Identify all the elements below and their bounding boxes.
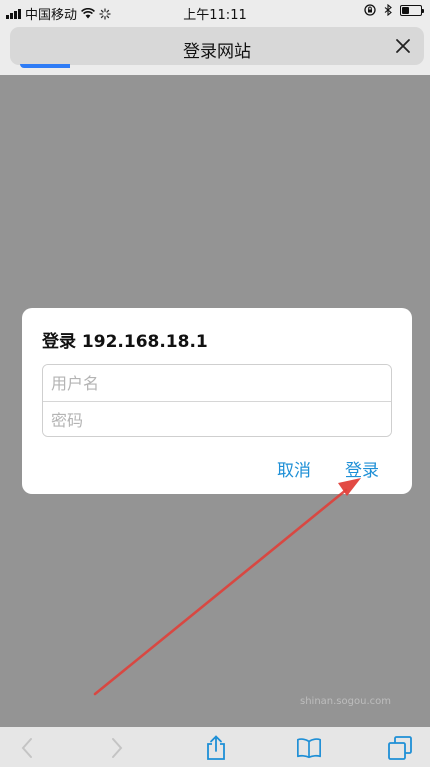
dialog-title: 登录 192.168.18.1 <box>42 332 208 352</box>
browser-toolbar <box>0 727 430 767</box>
back-button[interactable] <box>14 735 40 761</box>
back-icon <box>21 738 32 758</box>
cancel-button[interactable]: 取消 <box>277 456 311 481</box>
bookmarks-button[interactable] <box>296 735 322 761</box>
watermark: shinan.sogou.com <box>300 696 391 707</box>
status-right <box>364 4 424 16</box>
login-dialog: 登录 192.168.18.1 取消 登录 <box>22 308 412 494</box>
forward-button[interactable] <box>104 735 130 761</box>
tabs-button[interactable] <box>387 735 413 761</box>
tabs-icon <box>388 736 412 760</box>
battery-icon <box>400 4 424 16</box>
close-icon <box>396 39 410 53</box>
page-title: 登录网站 <box>183 42 251 62</box>
browser-header: 登录网站 <box>0 24 430 75</box>
share-icon <box>207 735 225 760</box>
credentials-group <box>42 364 392 437</box>
bookmarks-icon <box>297 738 321 759</box>
share-button[interactable] <box>203 735 229 761</box>
rotation-lock-icon <box>364 4 376 16</box>
bluetooth-icon <box>384 4 392 16</box>
title-bar: 登录网站 <box>10 27 424 68</box>
close-button[interactable] <box>392 35 414 57</box>
forward-icon <box>112 738 123 758</box>
loading-progress-bar <box>20 64 70 68</box>
status-bar: 中国移动 上午11:11 <box>0 0 430 24</box>
username-field[interactable] <box>43 365 391 401</box>
login-button[interactable]: 登录 <box>345 456 379 481</box>
password-field[interactable] <box>43 402 391 436</box>
